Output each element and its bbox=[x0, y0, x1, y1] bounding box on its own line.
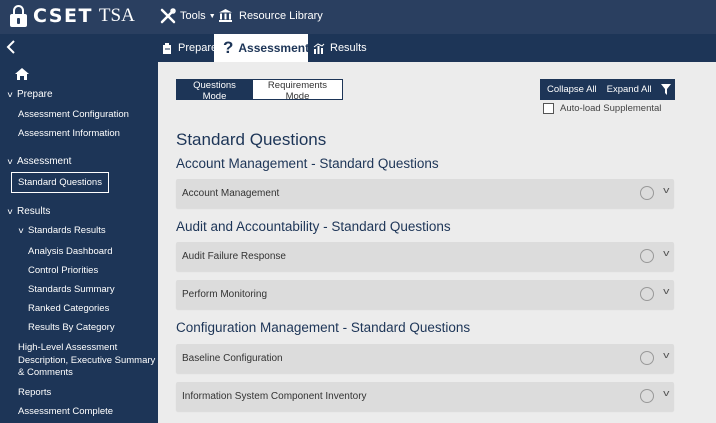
app-logo[interactable]: CSET TSA bbox=[10, 4, 135, 28]
panel-title: Baseline Configuration bbox=[182, 353, 283, 364]
group-heading: Configuration Management - Standard Ques… bbox=[176, 320, 471, 335]
question-panel[interactable]: Information System Component Inventory v bbox=[176, 382, 674, 411]
question-panel[interactable]: Account Management v bbox=[176, 179, 674, 208]
mode-toggle: Questions Mode Requirements Mode bbox=[176, 79, 343, 102]
sidebar-item-high-level-assessment[interactable]: High-Level Assessment Description, Execu… bbox=[18, 342, 156, 380]
autoload-checkbox[interactable] bbox=[543, 103, 554, 114]
tab-results-label: Results bbox=[330, 42, 367, 54]
question-icon: ? bbox=[223, 38, 234, 57]
tab-assessment[interactable]: ? Assessment bbox=[214, 34, 310, 62]
sidebar-item-standards-summary[interactable]: Standards Summary bbox=[28, 284, 115, 295]
questions-mode-button[interactable]: Questions Mode bbox=[176, 79, 253, 102]
question-panel[interactable]: Audit Failure Response v bbox=[176, 242, 674, 271]
sidebar-item-control-priorities[interactable]: Control Priorities bbox=[28, 265, 98, 276]
panel-title: Account Management bbox=[182, 188, 280, 199]
group-heading: Audit and Accountability - Standard Ques… bbox=[176, 219, 451, 234]
sidebar: v Prepare Assessment Configuration Assess… bbox=[0, 62, 158, 423]
chevron-down-icon[interactable]: v bbox=[663, 286, 669, 296]
autoload-label: Auto-load Supplemental bbox=[560, 103, 662, 114]
chevron-down-icon: v bbox=[18, 226, 24, 235]
status-circle-icon bbox=[640, 249, 654, 263]
tools-icon bbox=[160, 8, 176, 24]
tools-label: Tools bbox=[180, 10, 206, 22]
chevron-down-icon[interactable]: v bbox=[663, 185, 669, 195]
caret-down-icon: ▼ bbox=[208, 12, 216, 20]
sidebar-section-prepare[interactable]: v Prepare bbox=[8, 89, 53, 100]
sidebar-label: Prepare bbox=[17, 89, 53, 100]
brand-suffix: TSA bbox=[98, 5, 135, 26]
lock-icon bbox=[10, 5, 27, 27]
resource-library-link[interactable]: Resource Library bbox=[218, 8, 323, 23]
sidebar-item-reports[interactable]: Reports bbox=[18, 387, 51, 398]
chevron-down-icon: v bbox=[7, 90, 13, 99]
sidebar-section-results[interactable]: v Results bbox=[7, 206, 51, 217]
status-circle-icon bbox=[640, 389, 654, 403]
autoload-supplemental: Auto-load Supplemental bbox=[543, 103, 661, 114]
workflow-nav: Prepare ? Assessment Results bbox=[0, 34, 716, 62]
sidebar-label: Assessment bbox=[17, 156, 72, 167]
home-icon[interactable] bbox=[14, 67, 30, 81]
chevron-down-icon[interactable]: v bbox=[663, 350, 669, 360]
chevron-down-icon[interactable]: v bbox=[663, 388, 669, 398]
panel-title: Perform Monitoring bbox=[182, 289, 268, 300]
chevron-down-icon: v bbox=[7, 207, 13, 216]
sidebar-item-results-by-category[interactable]: Results By Category bbox=[28, 322, 115, 333]
sidebar-item-ranked-categories[interactable]: Ranked Categories bbox=[28, 303, 109, 314]
bank-icon bbox=[219, 9, 232, 22]
chevron-down-icon: v bbox=[7, 157, 13, 166]
sidebar-item-assessment-configuration[interactable]: Assessment Configuration bbox=[18, 109, 129, 120]
sidebar-item-assessment-complete[interactable]: Assessment Complete bbox=[18, 406, 113, 417]
sidebar-label: Results bbox=[17, 206, 51, 217]
panel-title: Information System Component Inventory bbox=[182, 391, 367, 402]
sidebar-item-assessment-information[interactable]: Assessment Information bbox=[18, 128, 120, 139]
panel-title: Audit Failure Response bbox=[182, 251, 286, 262]
expand-collapse-toolbar: Collapse All Expand All bbox=[540, 79, 675, 100]
chevron-left-icon[interactable] bbox=[6, 39, 20, 57]
collapse-all-button[interactable]: Collapse All bbox=[547, 84, 597, 95]
brand-name: CSET bbox=[33, 5, 93, 27]
resource-library-label: Resource Library bbox=[239, 9, 323, 22]
tools-menu[interactable]: Tools ▼ bbox=[160, 8, 216, 24]
question-panel[interactable]: Baseline Configuration v bbox=[176, 344, 674, 373]
clipboard-icon bbox=[163, 42, 171, 54]
requirements-mode-button[interactable]: Requirements Mode bbox=[253, 79, 343, 102]
filter-icon[interactable] bbox=[660, 84, 671, 95]
tab-assessment-label: Assessment bbox=[238, 41, 310, 55]
sidebar-item-standard-questions[interactable]: Standard Questions bbox=[11, 172, 109, 193]
chart-icon bbox=[313, 42, 325, 54]
status-circle-icon bbox=[640, 287, 654, 301]
status-circle-icon bbox=[640, 186, 654, 200]
chevron-down-icon[interactable]: v bbox=[663, 248, 669, 258]
main-content: Questions Mode Requirements Mode Collaps… bbox=[158, 62, 716, 423]
sidebar-label: Standards Results bbox=[28, 225, 106, 236]
sidebar-item-analysis-dashboard[interactable]: Analysis Dashboard bbox=[28, 246, 113, 257]
page-title: Standard Questions bbox=[176, 130, 327, 149]
sidebar-section-standards-results[interactable]: v Standards Results bbox=[19, 225, 106, 236]
group-heading: Account Management - Standard Questions bbox=[176, 156, 439, 171]
expand-all-button[interactable]: Expand All bbox=[607, 84, 652, 95]
tab-prepare[interactable]: Prepare bbox=[162, 34, 217, 62]
tab-prepare-label: Prepare bbox=[178, 42, 218, 54]
tab-results[interactable]: Results bbox=[313, 34, 367, 62]
sidebar-section-assessment[interactable]: v Assessment bbox=[7, 156, 72, 167]
question-panel[interactable]: Perform Monitoring v bbox=[176, 280, 674, 309]
status-circle-icon bbox=[640, 351, 654, 365]
top-bar: CSET TSA Tools ▼ Resource Library bbox=[0, 0, 716, 34]
